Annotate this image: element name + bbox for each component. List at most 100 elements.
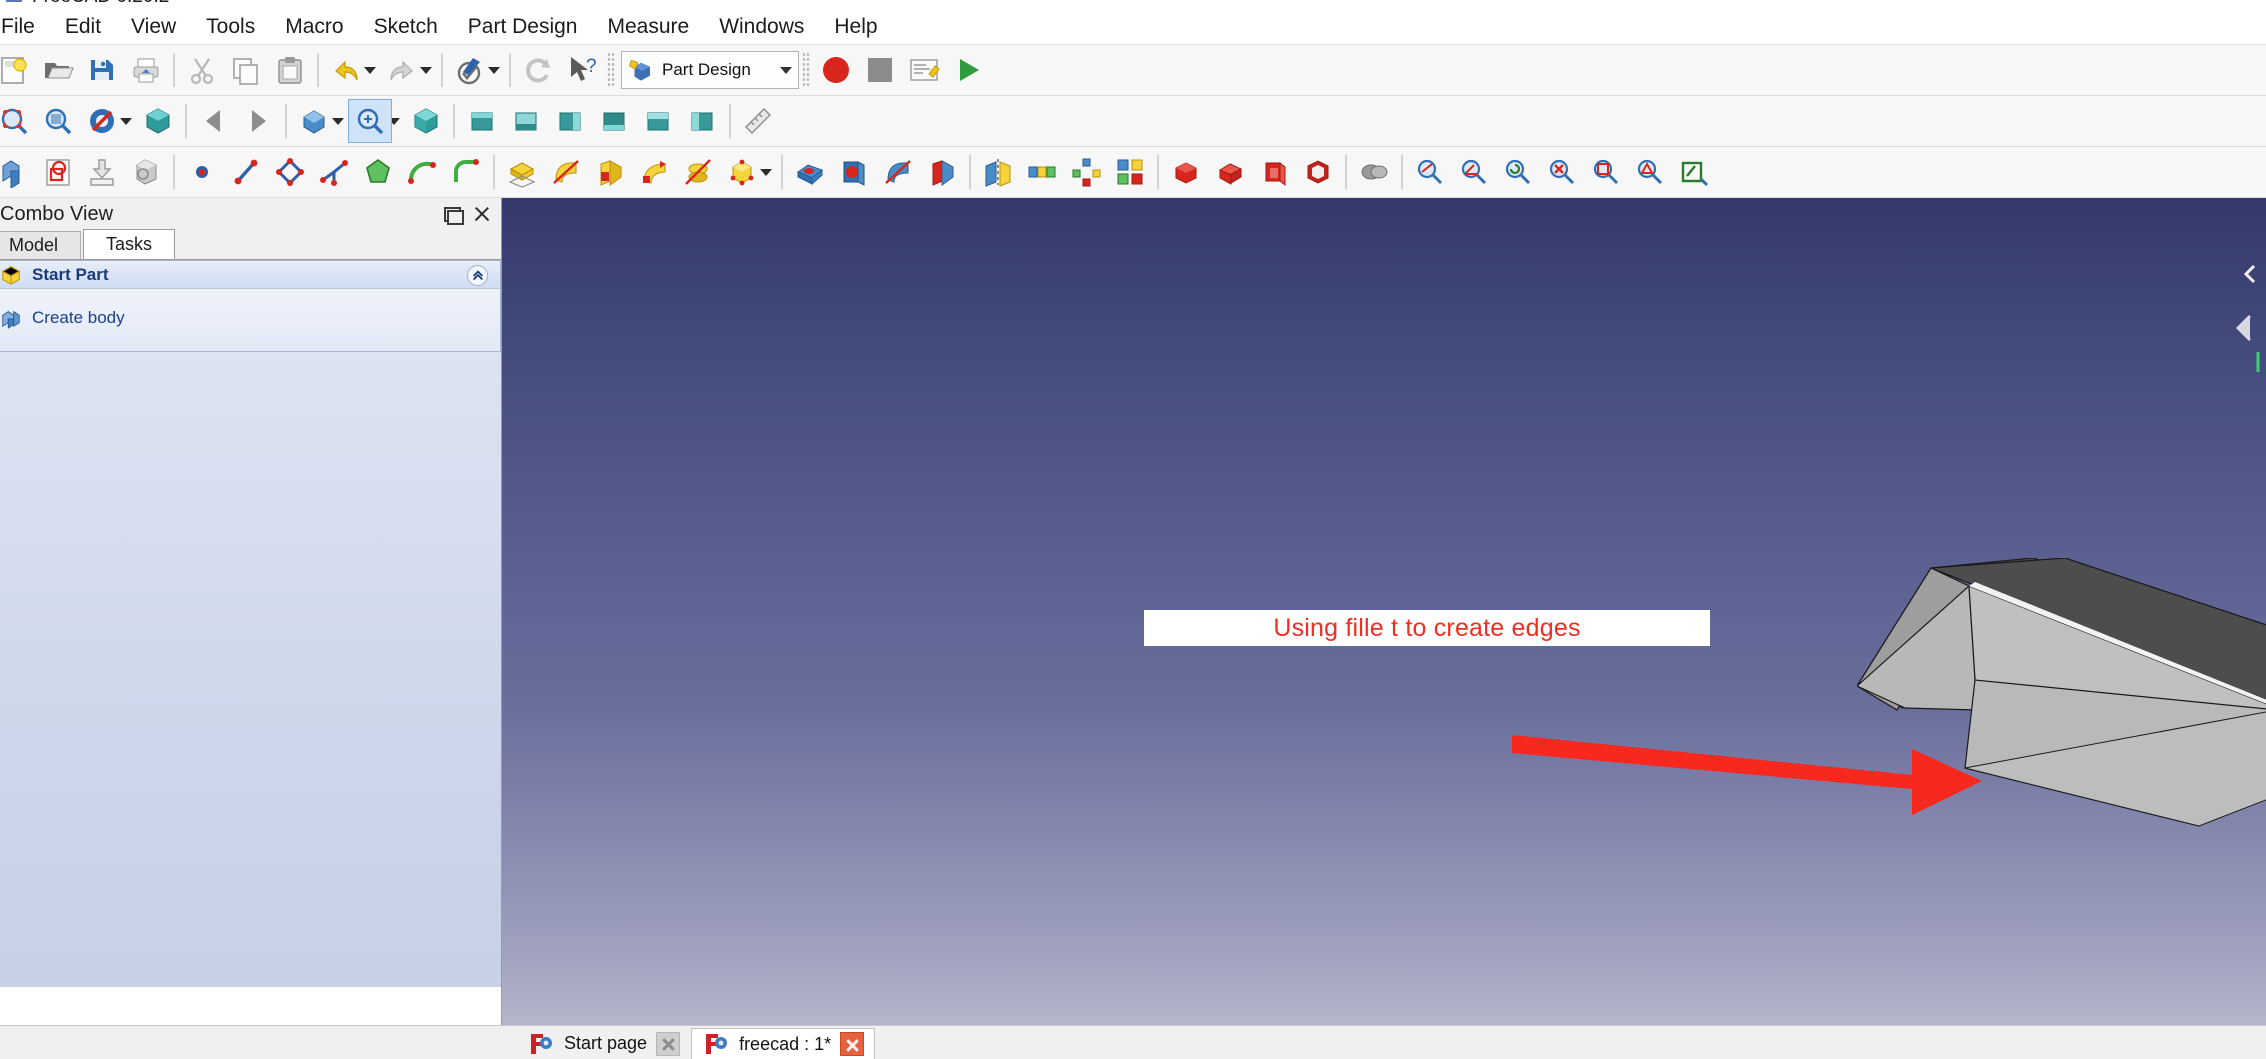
create-polygon-button[interactable]: [356, 150, 400, 194]
hole-button[interactable]: [832, 150, 876, 194]
measure-clear-button[interactable]: [1540, 150, 1584, 194]
attach-sketch-button[interactable]: [80, 150, 124, 194]
isometric-view-button[interactable]: [404, 99, 448, 143]
previous-view-button[interactable]: [192, 99, 236, 143]
macro-edit-button[interactable]: [902, 48, 946, 92]
linear-pattern-button[interactable]: [1020, 150, 1064, 194]
polar-pattern-button[interactable]: [1064, 150, 1108, 194]
mirrored-button[interactable]: [976, 150, 1020, 194]
groove-button[interactable]: [876, 150, 920, 194]
undo-button[interactable]: [324, 48, 368, 92]
next-view-button[interactable]: [236, 99, 280, 143]
draft-button[interactable]: [1252, 150, 1296, 194]
pocket-button[interactable]: [788, 150, 832, 194]
toolbar-grip[interactable]: [802, 52, 811, 88]
menu-edit[interactable]: Edit: [50, 11, 116, 42]
redo-button[interactable]: [380, 48, 424, 92]
main-area: Combo View Model Tasks Start Part Create…: [0, 198, 2266, 1025]
menu-sketch[interactable]: Sketch: [359, 11, 453, 42]
3d-solid-box[interactable]: [1857, 558, 2266, 978]
subtractive-loft-button[interactable]: [920, 150, 964, 194]
menu-part-design[interactable]: Part Design: [453, 11, 593, 42]
boolean-button[interactable]: [1352, 150, 1396, 194]
menu-help[interactable]: Help: [819, 11, 892, 42]
chamfer-button[interactable]: [1208, 150, 1252, 194]
menu-file[interactable]: File: [0, 11, 50, 42]
zoom-button[interactable]: [348, 99, 392, 143]
axonometric-button[interactable]: [136, 99, 180, 143]
menu-windows[interactable]: Windows: [704, 11, 819, 42]
cut-button[interactable]: [180, 48, 224, 92]
create-point-button[interactable]: [180, 150, 224, 194]
chevron-down-icon[interactable]: [780, 66, 792, 74]
create-part-button[interactable]: [0, 150, 36, 194]
thickness-button[interactable]: [1296, 150, 1340, 194]
measure-toggle-all-button[interactable]: [1584, 150, 1628, 194]
close-tab-icon[interactable]: [840, 1032, 865, 1056]
measure-button[interactable]: [736, 99, 780, 143]
refresh-button[interactable]: [516, 48, 560, 92]
open-document-button[interactable]: [36, 48, 80, 92]
left-view-button[interactable]: [680, 99, 724, 143]
toolbar-separator: [317, 53, 319, 87]
new-document-button[interactable]: [0, 48, 36, 92]
create-arc-button[interactable]: [400, 150, 444, 194]
top-view-button[interactable]: [504, 99, 548, 143]
bottom-view-button[interactable]: [636, 99, 680, 143]
create-fillet-button[interactable]: [444, 150, 488, 194]
macro-stop-button[interactable]: [858, 48, 902, 92]
front-view-button[interactable]: [460, 99, 504, 143]
menu-tools[interactable]: Tools: [191, 11, 270, 42]
task-item-create-body[interactable]: Create body: [0, 303, 500, 333]
additive-primitive-button[interactable]: [720, 150, 764, 194]
tab-model[interactable]: Model: [0, 231, 82, 259]
tab-tasks[interactable]: Tasks: [83, 229, 176, 259]
fit-selection-button[interactable]: [36, 99, 80, 143]
create-bspline-button[interactable]: [312, 150, 356, 194]
draw-style-button[interactable]: [80, 99, 124, 143]
fit-all-button[interactable]: [0, 99, 36, 143]
additive-helix-button[interactable]: [676, 150, 720, 194]
menu-macro[interactable]: Macro: [270, 11, 358, 42]
create-line-button[interactable]: [224, 150, 268, 194]
edit-mode-button[interactable]: [448, 48, 492, 92]
toolbar-grip[interactable]: [607, 52, 616, 88]
document-tab-freecad[interactable]: freecad : 1*: [691, 1028, 876, 1059]
create-polyline-button[interactable]: [268, 150, 312, 194]
create-sketch-button[interactable]: [36, 150, 80, 194]
macro-record-button[interactable]: [814, 48, 858, 92]
close-panel-icon[interactable]: [471, 203, 493, 225]
std-views-button[interactable]: [292, 99, 336, 143]
right-view-button[interactable]: [548, 99, 592, 143]
double-chevron-up-icon[interactable]: [467, 265, 488, 286]
macro-execute-button[interactable]: [946, 48, 990, 92]
whats-this-button[interactable]: ?: [560, 48, 604, 92]
float-panel-icon[interactable]: [441, 203, 464, 225]
toolbar-separator: [1345, 155, 1347, 189]
workbench-selector[interactable]: Part Design: [621, 51, 799, 89]
revolution-button[interactable]: [544, 150, 588, 194]
additive-pipe-button[interactable]: [632, 150, 676, 194]
print-document-button[interactable]: [124, 48, 168, 92]
document-tab-start-page[interactable]: Start page: [516, 1028, 692, 1059]
paste-button[interactable]: [268, 48, 312, 92]
task-group-header[interactable]: Start Part: [0, 261, 500, 289]
navigation-cube[interactable]: [2228, 256, 2262, 382]
additive-loft-button[interactable]: [588, 150, 632, 194]
fillet-edge-button[interactable]: [1164, 150, 1208, 194]
measure-angular-button[interactable]: [1452, 150, 1496, 194]
menu-measure[interactable]: Measure: [592, 11, 704, 42]
copy-button[interactable]: [224, 48, 268, 92]
validate-sketch-button[interactable]: [124, 150, 168, 194]
measure-linear-button[interactable]: [1408, 150, 1452, 194]
multi-transform-button[interactable]: [1108, 150, 1152, 194]
pad-button[interactable]: [500, 150, 544, 194]
rear-view-button[interactable]: [592, 99, 636, 143]
measure-toggle-delta-button[interactable]: [1672, 150, 1716, 194]
measure-refresh-button[interactable]: [1496, 150, 1540, 194]
menu-view[interactable]: View: [116, 11, 191, 42]
3d-view[interactable]: Using fille t to create edges: [502, 198, 2266, 1025]
measure-toggle-3d-button[interactable]: [1628, 150, 1672, 194]
save-document-button[interactable]: [80, 48, 124, 92]
close-tab-icon[interactable]: [656, 1031, 681, 1056]
